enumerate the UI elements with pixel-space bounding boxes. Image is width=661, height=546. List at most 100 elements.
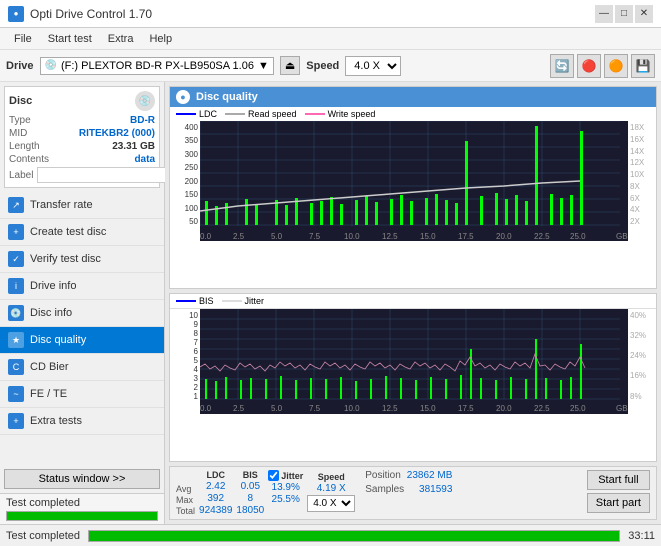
svg-text:GB: GB [616,232,628,241]
samples-value: 381593 [419,484,452,495]
position-label: Position [365,470,401,481]
maximize-button[interactable]: □ [615,5,633,23]
position-col: Position 23862 MB Samples 381593 [365,470,452,495]
drive-selector[interactable]: 💿 (F:) PLEXTOR BD-R PX-LB950SA 1.06 ▼ [40,57,274,75]
verify-test-disc-label: Verify test disc [30,253,101,265]
app-icon: ● [8,6,24,22]
ldc-header: LDC [206,470,225,480]
save-button[interactable]: 💾 [631,54,655,78]
chart1-y-left: 400 350 300 250 200 150 100 50 [170,121,200,241]
progress-bar-container [6,511,158,521]
menu-extra[interactable]: Extra [102,31,140,47]
samples-label: Samples [365,484,404,495]
legend-ldc-label: LDC [199,109,217,119]
legend-jitter: Jitter [222,296,265,306]
chart1-y-right: 18X 16X 14X 12X 10X 8X 6X 4X 2X [628,121,656,241]
chart2-y-right: 40% 32% 24% 16% 8% [628,309,656,416]
chart-panel-1: ● Disc quality LDC Read speed Write spee… [169,86,657,289]
eject-button[interactable]: ⏏ [280,56,300,75]
stats-table: Avg Max Total LDC 2.42 392 924389 BIS 0.… [176,470,355,516]
settings-button1[interactable]: 🔴 [577,54,601,78]
status-window-button[interactable]: Status window >> [4,469,160,489]
nav-items: ↗ Transfer rate + Create test disc ✓ Ver… [0,192,164,435]
total-bis: 18050 [236,505,264,516]
refresh-button[interactable]: 🔄 [550,54,574,78]
menubar: File Start test Extra Help [0,28,661,50]
svg-text:7.5: 7.5 [309,232,321,241]
disc-panel-header: Disc 💿 [9,91,155,111]
speed-col-dropdown[interactable]: 4.0 X 2.0 X 1.0 X [307,495,355,512]
toolbar-icons: 🔄 🔴 🟠 💾 [550,54,655,78]
disc-length-row: Length 23.31 GB [9,141,155,152]
sidebar-item-verify-test-disc[interactable]: ✓ Verify test disc [0,246,164,273]
ldc-col: LDC 2.42 392 924389 [199,470,232,516]
svg-text:5.0: 5.0 [271,232,283,241]
minimize-button[interactable]: — [595,5,613,23]
close-button[interactable]: ✕ [635,5,653,23]
label-input[interactable] [37,167,177,183]
svg-text:17.5: 17.5 [458,404,474,413]
avg-bis: 0.05 [241,481,260,492]
jitter-checkbox[interactable] [268,470,279,481]
svg-text:12.5: 12.5 [382,404,398,413]
svg-text:17.5: 17.5 [458,232,474,241]
sidebar-item-disc-quality[interactable]: ★ Disc quality [0,327,164,354]
speed-select[interactable]: 4.0 X 2.0 X 1.0 X [345,56,401,76]
app-progress-container [88,530,620,542]
app-status-text: Test completed [6,530,80,542]
speed-label: Speed [306,60,339,72]
svg-text:GB: GB [616,404,628,413]
sidebar-status: Status window >> Test completed [0,465,164,524]
status-text: Test completed [6,497,80,509]
bis-col: BIS 0.05 8 18050 [236,470,264,516]
mid-value: RITEKBR2 (000) [79,128,155,139]
contents-label: Contents [9,154,49,165]
fe-te-icon: ~ [8,386,24,402]
disc-info-icon: 💿 [8,305,24,321]
speed-col-value: 4.19 X [317,483,346,494]
menu-start-test[interactable]: Start test [42,31,98,47]
legend-read: Read speed [225,109,297,119]
main-area: Disc 💿 Type BD-R MID RITEKBR2 (000) Leng… [0,82,661,524]
max-jitter: 25.5% [272,494,300,505]
svg-text:20.0: 20.0 [496,232,512,241]
menu-file[interactable]: File [8,31,38,47]
speed-col-header: Speed [318,472,345,482]
disc-mid-row: MID RITEKBR2 (000) [9,128,155,139]
svg-text:0.0: 0.0 [200,404,212,413]
drive-value: (F:) PLEXTOR BD-R PX-LB950SA 1.06 [61,60,254,72]
svg-text:2.5: 2.5 [233,232,245,241]
extra-tests-icon: + [8,413,24,429]
sidebar-item-create-test-disc[interactable]: + Create test disc [0,219,164,246]
svg-text:12.5: 12.5 [382,232,398,241]
svg-text:10.0: 10.0 [344,232,360,241]
chart2-y-left: 10 9 8 7 6 5 4 3 2 1 [170,309,200,416]
transfer-rate-label: Transfer rate [30,199,93,211]
settings-button2[interactable]: 🟠 [604,54,628,78]
start-part-button[interactable]: Start part [587,493,650,513]
progress-bar [7,512,157,520]
titlebar: ● Opti Drive Control 1.70 — □ ✕ [0,0,661,28]
sidebar-item-transfer-rate[interactable]: ↗ Transfer rate [0,192,164,219]
sidebar-item-drive-info[interactable]: i Drive info [0,273,164,300]
menu-help[interactable]: Help [143,31,178,47]
sidebar-item-disc-info[interactable]: 💿 Disc info [0,300,164,327]
ldc-color [176,113,196,115]
sidebar-item-cd-bier[interactable]: C CD Bier [0,354,164,381]
sidebar-item-fe-te[interactable]: ~ FE / TE [0,381,164,408]
max-ldc: 392 [207,493,224,504]
type-label: Type [9,115,31,126]
start-full-button[interactable]: Start full [587,470,650,490]
create-test-disc-label: Create test disc [30,226,106,238]
create-test-disc-icon: + [8,224,24,240]
avg-ldc: 2.42 [206,481,225,492]
jitter-col: Jitter 13.9% 25.5% [268,470,303,516]
length-label: Length [9,141,40,152]
transfer-rate-icon: ↗ [8,197,24,213]
total-ldc: 924389 [199,505,232,516]
toolbar: Drive 💿 (F:) PLEXTOR BD-R PX-LB950SA 1.0… [0,50,661,82]
chart1-svg: 0.0 2.5 5.0 7.5 10.0 12.5 15.0 17.5 20.0… [200,121,628,241]
avg-label: Avg [176,484,195,494]
sidebar-item-extra-tests[interactable]: + Extra tests [0,408,164,435]
chart-icon-1: ● [176,90,190,104]
